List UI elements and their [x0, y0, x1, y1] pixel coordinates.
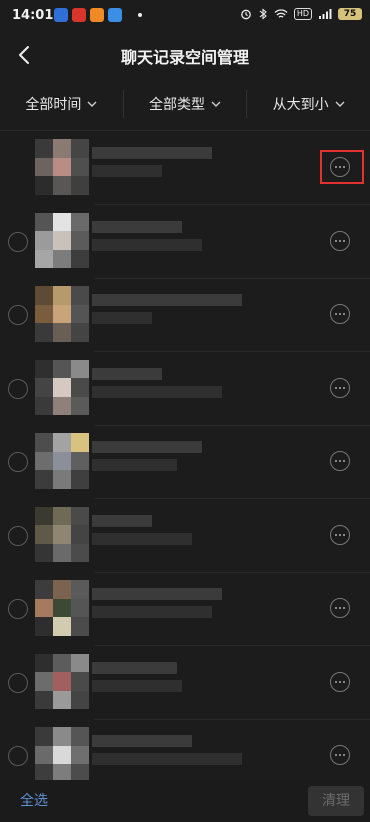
more-options-icon[interactable]: [330, 598, 350, 618]
select-radio[interactable]: [8, 378, 28, 399]
highlight-box: [320, 150, 364, 184]
filter-time[interactable]: 全部时间: [0, 94, 123, 114]
filter-sort[interactable]: 从大到小: [247, 94, 370, 114]
list-item[interactable]: [0, 425, 370, 499]
select-radio[interactable]: [8, 599, 28, 619]
avatar: [35, 653, 89, 710]
bottom-bar: 全选 清理: [0, 780, 370, 822]
select-radio[interactable]: [8, 231, 28, 252]
select-radio[interactable]: [8, 672, 28, 693]
app-notification-icon: [90, 8, 104, 22]
hd-badge: HD: [293, 8, 312, 20]
list-item[interactable]: [0, 499, 370, 573]
more-options-icon[interactable]: [330, 451, 350, 471]
more-options-icon[interactable]: [330, 230, 350, 251]
filter-time-label: 全部时间: [25, 97, 82, 113]
filter-sort-label: 从大到小: [272, 97, 329, 113]
avatar: [35, 286, 89, 342]
select-radio[interactable]: [8, 305, 28, 325]
obscured-chat-info: [92, 582, 262, 622]
clean-button[interactable]: 清理: [308, 786, 364, 816]
list-item[interactable]: [0, 278, 370, 352]
chat-list: [0, 131, 370, 781]
bluetooth-icon: [259, 8, 267, 20]
battery-icon: 75: [338, 8, 362, 20]
notification-icons: [54, 8, 142, 22]
filter-bar: 全部时间 全部类型 从大到小: [0, 82, 370, 126]
avatar: [35, 359, 89, 416]
obscured-chat-info: [92, 509, 262, 549]
list-item[interactable]: [0, 719, 370, 781]
alarm-icon: [240, 9, 251, 20]
more-options-icon[interactable]: [330, 304, 350, 324]
filter-type-label: 全部类型: [149, 97, 205, 113]
more-options-icon[interactable]: [330, 377, 350, 398]
more-options-icon[interactable]: [330, 524, 350, 545]
avatar: [35, 727, 89, 781]
avatar: [35, 580, 89, 636]
select-radio[interactable]: [8, 746, 28, 766]
list-item[interactable]: [0, 646, 370, 720]
chevron-down-icon: [87, 101, 97, 107]
obscured-chat-info: [92, 215, 262, 255]
select-radio[interactable]: [8, 525, 28, 546]
header: 聊天记录空间管理: [0, 32, 370, 80]
more-notifications-dot: [138, 13, 142, 17]
app-notification-icon: [108, 8, 122, 22]
app-notification-icon: [72, 8, 86, 22]
list-item[interactable]: [0, 131, 370, 205]
avatar: [35, 433, 89, 489]
status-time: 14:01: [12, 8, 54, 23]
obscured-chat-info: [92, 288, 262, 328]
select-radio[interactable]: [8, 452, 28, 472]
page-title: 聊天记录空间管理: [120, 48, 249, 67]
list-item[interactable]: [0, 352, 370, 426]
more-options-icon[interactable]: [330, 745, 350, 765]
chevron-down-icon: [211, 101, 221, 107]
status-icons: HD 75: [240, 8, 362, 20]
list-item[interactable]: [0, 572, 370, 646]
signal-icon: [319, 9, 332, 19]
app-notification-icon: [54, 8, 68, 22]
obscured-chat-info: [92, 362, 262, 402]
obscured-chat-info: [92, 435, 262, 475]
select-all-button[interactable]: 全选: [20, 790, 48, 810]
status-bar: 14:01 HD 75: [0, 0, 370, 32]
obscured-chat-info: [92, 656, 262, 696]
obscured-chat-info: [92, 141, 262, 181]
more-options-icon[interactable]: [330, 671, 350, 692]
obscured-chat-info: [92, 729, 262, 769]
chevron-down-icon: [335, 101, 345, 107]
filter-type[interactable]: 全部类型: [124, 94, 247, 114]
avatar: [35, 212, 89, 269]
avatar: [35, 139, 89, 195]
list-item[interactable]: [0, 205, 370, 279]
avatar: [35, 506, 89, 563]
wifi-icon: [274, 9, 288, 18]
